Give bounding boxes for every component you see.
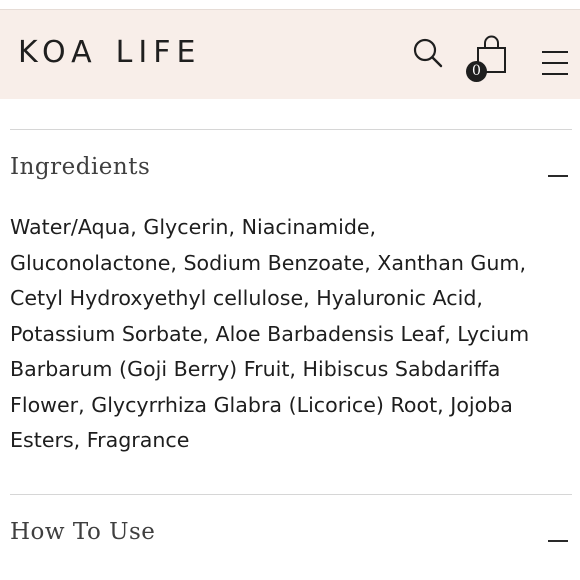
how-to-use-heading[interactable]: How To Use [10, 519, 155, 545]
ingredients-line: Gluconolactone, Sodium Benzoate, Xanthan… [10, 250, 527, 275]
section-divider [10, 494, 572, 495]
ingredients-line: Potassium Sorbate, Aloe Barbadensis Leaf… [10, 321, 530, 346]
ingredients-list: Water/Aqua, Glycerin, Niacinamide, Gluco… [10, 210, 570, 459]
cart-count-badge: 0 [466, 61, 487, 82]
minus-icon [548, 175, 568, 177]
brand-name-part-1: KOA [18, 35, 98, 70]
brand-logo[interactable]: KOA LIFE [18, 35, 201, 70]
minus-icon [548, 540, 568, 542]
ingredients-line: Cetyl Hydroxyethyl cellulose, Hyaluronic… [10, 286, 483, 310]
site-header: KOA LIFE 0 [0, 9, 580, 99]
section-divider [10, 129, 572, 130]
ingredients-line: Water/Aqua, Glycerin, Niacinamide, [10, 215, 377, 239]
ingredients-line: Barbarum (Goji Berry) Fruit, Hibiscus Sa… [10, 357, 501, 381]
ingredients-heading[interactable]: Ingredients [10, 154, 150, 180]
cart-button[interactable]: 0 [464, 34, 510, 84]
ingredients-line: Esters, Fragrance [10, 428, 190, 452]
brand-name-part-2: LIFE [115, 35, 202, 70]
how-to-use-collapse-button[interactable] [547, 530, 569, 544]
hamburger-menu-icon [542, 51, 568, 75]
ingredients-collapse-button[interactable] [547, 165, 569, 179]
search-icon [413, 38, 443, 68]
menu-button[interactable] [541, 49, 569, 77]
ingredients-line: Flower, Glycyrrhiza Glabra (Licorice) Ro… [10, 392, 513, 417]
search-button[interactable] [412, 37, 444, 69]
